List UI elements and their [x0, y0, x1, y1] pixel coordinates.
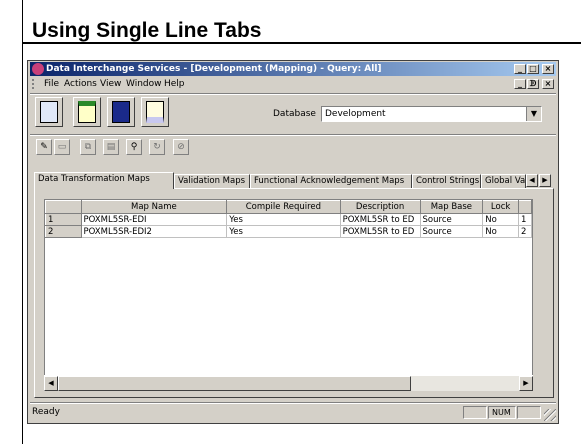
- cell-extra[interactable]: 2: [518, 225, 532, 238]
- refresh-icon[interactable]: ↻: [149, 139, 165, 155]
- cell-compile-required[interactable]: Yes: [226, 225, 341, 238]
- database-value: Development: [325, 109, 386, 119]
- tab-functional-acknowledgement-maps[interactable]: Functional Acknowledgement Maps: [250, 174, 412, 188]
- cell-description[interactable]: POXML5SR to ED: [339, 213, 421, 226]
- status-panel-caps: [463, 406, 487, 419]
- tab-validation-maps[interactable]: Validation Maps: [174, 174, 250, 188]
- chevron-down-icon[interactable]: ▼: [526, 107, 541, 121]
- edi-book-icon: [112, 101, 130, 123]
- stop-icon[interactable]: ⊘: [173, 139, 189, 155]
- cell-map-base[interactable]: Source: [419, 225, 484, 238]
- column-header[interactable]: [518, 200, 532, 214]
- horizontal-scrollbar[interactable]: ◀ ▶: [44, 375, 533, 391]
- database-label: Database: [273, 109, 316, 119]
- menu-actions[interactable]: Actions: [64, 77, 97, 91]
- tab-scroll-left-icon[interactable]: ◀: [526, 174, 538, 187]
- tab-scroll-right-icon[interactable]: ▶: [539, 174, 551, 187]
- status-text: Ready: [32, 407, 60, 417]
- scroll-right-icon[interactable]: ▶: [519, 376, 533, 391]
- paste-icon[interactable]: ▤: [103, 139, 119, 155]
- new-icon[interactable]: ✎: [36, 139, 52, 155]
- find-icon[interactable]: ⚲: [126, 139, 142, 155]
- child-restore-button[interactable]: ᗫ: [527, 79, 539, 89]
- row-number[interactable]: 1: [45, 213, 82, 226]
- slide: Using Single Line Tabs Data Interchange …: [0, 0, 581, 444]
- xml-map-button[interactable]: [73, 97, 101, 127]
- cell-extra[interactable]: 1: [518, 213, 532, 226]
- child-close-button[interactable]: ×: [542, 79, 554, 89]
- window-title: Data Interchange Services - [Development…: [46, 64, 382, 74]
- report-icon: [146, 101, 164, 123]
- menu-view[interactable]: View: [100, 77, 121, 91]
- map-wizard-button[interactable]: [35, 97, 63, 127]
- database-select[interactable]: Development ▼: [321, 106, 542, 122]
- menu-file[interactable]: File: [44, 77, 59, 91]
- cell-lock[interactable]: No: [482, 213, 519, 226]
- open-icon[interactable]: ▭: [54, 139, 70, 155]
- child-minimize-button[interactable]: _: [514, 79, 526, 89]
- resize-grip-icon[interactable]: [544, 409, 556, 421]
- slide-title: Using Single Line Tabs: [32, 19, 262, 42]
- maps-table: Map Name Compile Required Description Ma…: [45, 200, 532, 238]
- column-header[interactable]: Compile Required: [226, 200, 341, 214]
- maximize-button[interactable]: □: [527, 64, 539, 74]
- tab-data-transformation-maps[interactable]: Data Transformation Maps: [34, 172, 174, 189]
- menu-grip-icon: [32, 79, 42, 89]
- column-header[interactable]: Map Base: [419, 200, 484, 214]
- tab-global-variables[interactable]: Global Va: [481, 174, 526, 188]
- menu-help[interactable]: Help: [164, 77, 185, 91]
- title-divider: [22, 42, 581, 44]
- scroll-thumb[interactable]: [58, 376, 411, 391]
- column-header[interactable]: Lock: [482, 200, 519, 214]
- cell-description[interactable]: POXML5SR to ED: [339, 225, 421, 238]
- title-bar[interactable]: Data Interchange Services - [Development…: [30, 62, 556, 76]
- slide-left-rule: [22, 0, 23, 444]
- tab-strip: Data Transformation Maps Validation Maps…: [34, 172, 552, 189]
- table-row[interactable]: 2 POXML5SR-EDI2 Yes POXML5SR to ED Sourc…: [45, 225, 532, 238]
- report-map-button[interactable]: [141, 97, 169, 127]
- cell-map-name[interactable]: POXML5SR-EDI: [80, 213, 228, 226]
- table-header-row: Map Name Compile Required Description Ma…: [45, 200, 532, 214]
- cell-map-base[interactable]: Source: [419, 213, 484, 226]
- status-bar: Ready NUM: [30, 404, 556, 421]
- tab-control-strings[interactable]: Control Strings: [412, 174, 481, 188]
- column-header[interactable]: [45, 200, 82, 214]
- status-panel-num: NUM: [488, 406, 516, 419]
- row-number[interactable]: 2: [45, 225, 82, 238]
- status-panel-scroll: [517, 406, 541, 419]
- app-icon: [32, 63, 44, 75]
- cell-map-name[interactable]: POXML5SR-EDI2: [80, 225, 228, 238]
- map-wizard-icon: [40, 101, 58, 123]
- cell-compile-required[interactable]: Yes: [226, 213, 341, 226]
- app-window: Data Interchange Services - [Development…: [27, 60, 559, 424]
- minimize-button[interactable]: _: [514, 64, 526, 74]
- maps-grid: Map Name Compile Required Description Ma…: [44, 199, 533, 391]
- menu-window[interactable]: Window: [126, 77, 162, 91]
- toolbar-separator: [30, 93, 556, 95]
- copy-icon[interactable]: ⧉: [80, 139, 96, 155]
- column-header[interactable]: Map Name: [80, 200, 228, 214]
- table-row[interactable]: 1 POXML5SR-EDI Yes POXML5SR to ED Source…: [45, 213, 532, 226]
- menu-bar: File Actions View Window Help: [30, 77, 556, 91]
- edi-map-button[interactable]: [107, 97, 135, 127]
- xml-document-icon: [78, 101, 96, 123]
- close-button[interactable]: ×: [542, 64, 554, 74]
- toolbar-separator-2: [30, 134, 556, 136]
- scroll-left-icon[interactable]: ◀: [44, 376, 58, 391]
- column-header[interactable]: Description: [339, 200, 421, 214]
- cell-lock[interactable]: No: [482, 225, 519, 238]
